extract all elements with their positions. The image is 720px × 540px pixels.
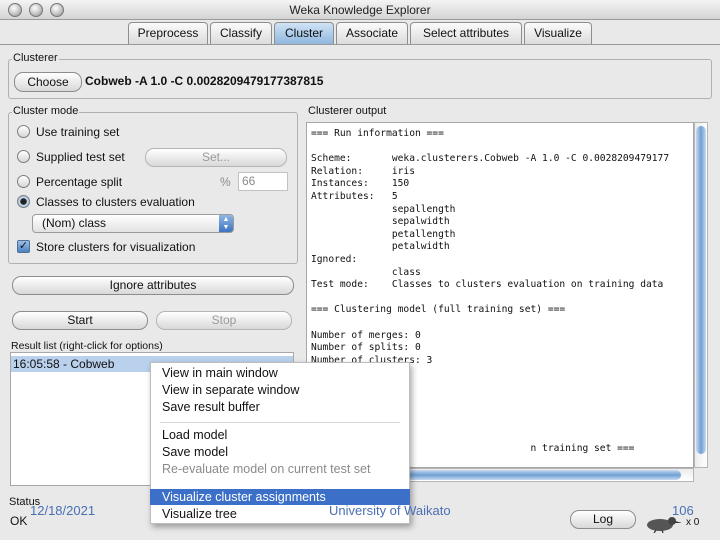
window-title: Weka Knowledge Explorer	[289, 3, 431, 17]
slide-page-number: 106	[672, 503, 694, 518]
menu-save-result-buffer[interactable]: Save result buffer	[150, 399, 410, 415]
start-button[interactable]: Start	[12, 311, 148, 330]
classes-to-clusters-label: Classes to clusters evaluation	[36, 195, 195, 209]
cluster-mode-group-title: Cluster mode	[12, 105, 80, 117]
log-button[interactable]: Log	[570, 510, 636, 529]
tab-visualize[interactable]: Visualize	[524, 22, 592, 44]
menu-load-model[interactable]: Load model	[150, 427, 410, 443]
use-training-set-label: Use training set	[36, 125, 120, 139]
store-clusters-checkbox[interactable]: ✓	[17, 240, 30, 253]
clusterer-group-title: Clusterer	[12, 52, 59, 64]
status-x-count: x 0	[686, 517, 700, 528]
clusterer-output-title: Clusterer output	[307, 105, 388, 117]
tab-associate[interactable]: Associate	[336, 22, 408, 44]
stepper-arrows-icon[interactable]: ▲ ▼	[219, 215, 233, 232]
class-select[interactable]: (Nom) class	[32, 214, 234, 233]
menu-view-separate-window[interactable]: View in separate window	[150, 382, 410, 398]
menu-save-model[interactable]: Save model	[150, 444, 410, 460]
class-select-value: (Nom) class	[42, 216, 107, 230]
radio-classes-to-clusters[interactable]	[17, 195, 30, 208]
percent-symbol: %	[220, 175, 231, 189]
slide-date: 12/18/2021	[30, 503, 96, 518]
radio-use-training-set[interactable]	[17, 125, 30, 138]
percent-split-input[interactable]: 66	[238, 172, 288, 191]
clusterer-spec-field[interactable]: Cobweb -A 1.0 -C 0.0028209479177387815	[82, 72, 704, 92]
percentage-split-label: Percentage split	[36, 175, 123, 189]
tab-classify[interactable]: Classify	[210, 22, 272, 44]
set-test-set-button[interactable]: Set...	[145, 148, 287, 167]
tab-preprocess[interactable]: Preprocess	[128, 22, 208, 44]
status-text: OK	[10, 514, 28, 528]
output-vertical-scroll-thumb[interactable]	[696, 126, 706, 454]
tab-cluster[interactable]: Cluster	[274, 22, 334, 44]
ignore-attributes-button[interactable]: Ignore attributes	[12, 276, 294, 295]
tab-divider	[0, 44, 720, 45]
menu-view-main-window[interactable]: View in main window	[150, 365, 410, 381]
slide-organization: University of Waikato	[329, 503, 451, 518]
result-list-title: Result list (right-click for options)	[10, 340, 164, 352]
tab-select-attributes[interactable]: Select attributes	[410, 22, 522, 44]
menu-separator	[160, 422, 400, 423]
stop-button[interactable]: Stop	[156, 311, 292, 330]
menu-re-evaluate-model[interactable]: Re-evaluate model on current test set	[150, 461, 410, 477]
choose-button[interactable]: Choose	[14, 72, 82, 92]
radio-percentage-split[interactable]	[17, 175, 30, 188]
radio-supplied-test-set[interactable]	[17, 150, 30, 163]
window-title-bar[interactable]: Weka Knowledge Explorer	[0, 0, 720, 20]
supplied-test-set-label: Supplied test set	[36, 150, 125, 164]
check-icon: ✓	[18, 240, 29, 252]
store-clusters-label: Store clusters for visualization	[36, 240, 196, 254]
